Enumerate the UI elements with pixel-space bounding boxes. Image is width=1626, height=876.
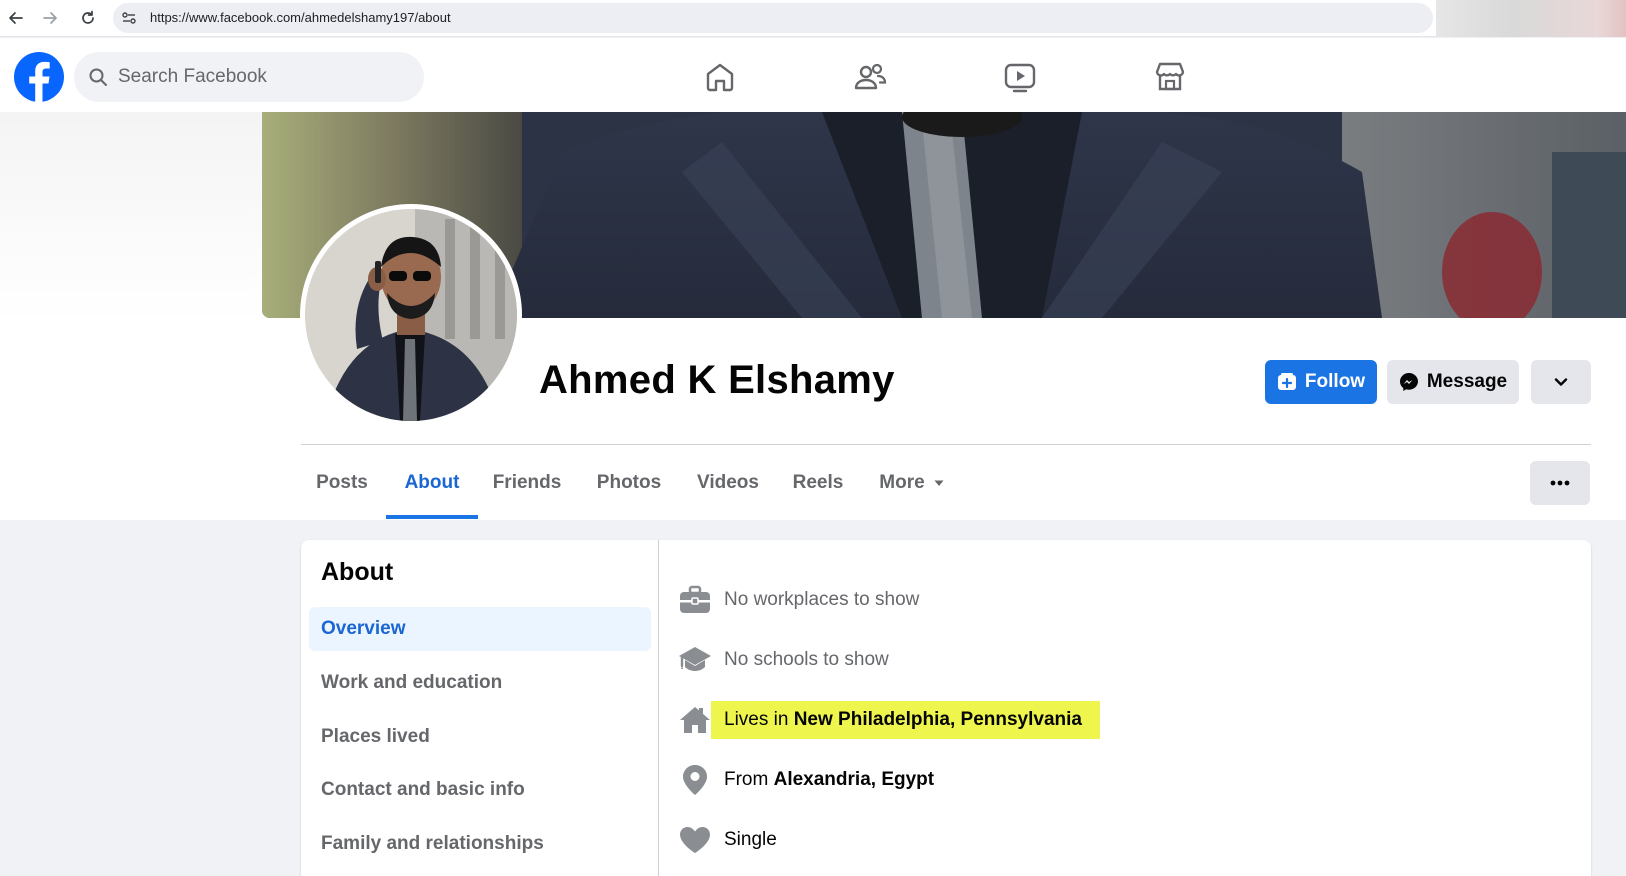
site-info-icon[interactable] [121, 10, 137, 26]
search-input[interactable] [118, 52, 408, 102]
profile-name: Ahmed K Elshamy [539, 358, 895, 402]
friends-icon [854, 63, 887, 90]
tab-about[interactable]: About [386, 462, 478, 504]
reload-button[interactable] [78, 8, 98, 28]
about-title: About [321, 558, 394, 586]
about-card: About Overview Work and education Places… [301, 540, 1591, 876]
browser-extensions-area [1436, 0, 1626, 37]
sidebar-item-work-and-education[interactable]: Work and education [309, 661, 651, 705]
back-button[interactable] [6, 8, 26, 28]
tab-more[interactable]: More [872, 462, 952, 504]
sidebar-item-contact-and-basic-info[interactable]: Contact and basic info [309, 768, 651, 812]
school-text: No schools to show [724, 649, 889, 670]
message-label: Message [1426, 371, 1508, 392]
relationship-text: Single [724, 829, 777, 850]
overview-work-row: No workplaces to show [678, 580, 919, 620]
tab-photos[interactable]: Photos [592, 462, 666, 504]
overview-lives-row: Lives in New Philadelphia, Pennsylvania [678, 700, 1100, 740]
lives-in-text: Lives in New Philadelphia, Pennsylvania [711, 701, 1100, 739]
arrow-left-icon [9, 12, 23, 24]
sidebar-item-family-and-relationships[interactable]: Family and relationships [309, 822, 651, 866]
tab-videos[interactable]: Videos [694, 462, 762, 504]
more-options-button[interactable] [1530, 461, 1590, 505]
message-button[interactable]: Message [1387, 360, 1519, 404]
arrow-right-icon [43, 12, 57, 24]
marketplace-icon [1155, 62, 1185, 91]
sidebar-item-overview[interactable]: Overview [309, 607, 651, 651]
profile-picture[interactable] [300, 204, 522, 426]
caret-down-icon [934, 480, 944, 486]
forward-button[interactable] [40, 8, 60, 28]
tab-reels[interactable]: Reels [790, 462, 846, 504]
overview-from-row: From Alexandria, Egypt [678, 760, 934, 800]
profile-photo-image [305, 209, 517, 421]
nav-friends[interactable] [820, 48, 920, 106]
tab-friends[interactable]: Friends [490, 462, 564, 504]
chevron-down-icon [1554, 378, 1568, 386]
heart-icon [680, 827, 710, 853]
from-place-link[interactable]: Alexandria, Egypt [774, 769, 935, 790]
follow-label: Follow [1304, 371, 1366, 392]
follow-button[interactable]: Follow [1265, 360, 1377, 404]
video-icon [1004, 63, 1036, 93]
search-icon [89, 68, 107, 86]
facebook-logo-icon[interactable] [14, 52, 64, 102]
home-icon [706, 63, 734, 92]
from-text: From Alexandria, Egypt [724, 769, 935, 790]
briefcase-icon [680, 585, 710, 613]
profile-divider [301, 444, 1591, 445]
profile-options-button[interactable] [1531, 360, 1591, 404]
active-tab-indicator [386, 515, 478, 519]
browser-toolbar: https://www.facebook.com/ahmedelshamy197… [0, 0, 1626, 37]
about-sidebar: About Overview Work and education Places… [301, 540, 659, 876]
tab-posts[interactable]: Posts [310, 462, 374, 504]
work-text: No workplaces to show [724, 589, 920, 610]
nav-home[interactable] [670, 48, 770, 106]
follow-icon [1277, 373, 1296, 390]
nav-video[interactable] [970, 48, 1070, 106]
left-fade [0, 112, 262, 322]
sidebar-item-places-lived[interactable]: Places lived [309, 715, 651, 759]
address-bar[interactable]: https://www.facebook.com/ahmedelshamy197… [113, 3, 1433, 33]
facebook-header [0, 38, 1626, 112]
lives-in-place-link[interactable]: New Philadelphia, Pennsylvania [794, 709, 1082, 730]
search-box[interactable] [74, 52, 424, 102]
overview-relationship-row: Single [678, 820, 777, 860]
house-icon [680, 707, 710, 733]
overview-school-row: No schools to show [678, 640, 889, 680]
location-pin-icon [683, 765, 707, 795]
nav-marketplace[interactable] [1120, 48, 1220, 106]
more-dots-icon [1550, 480, 1570, 486]
messenger-icon [1399, 373, 1418, 391]
reload-icon [82, 10, 94, 24]
url-text[interactable]: https://www.facebook.com/ahmedelshamy197… [150, 10, 451, 25]
graduation-cap-icon [679, 647, 711, 671]
